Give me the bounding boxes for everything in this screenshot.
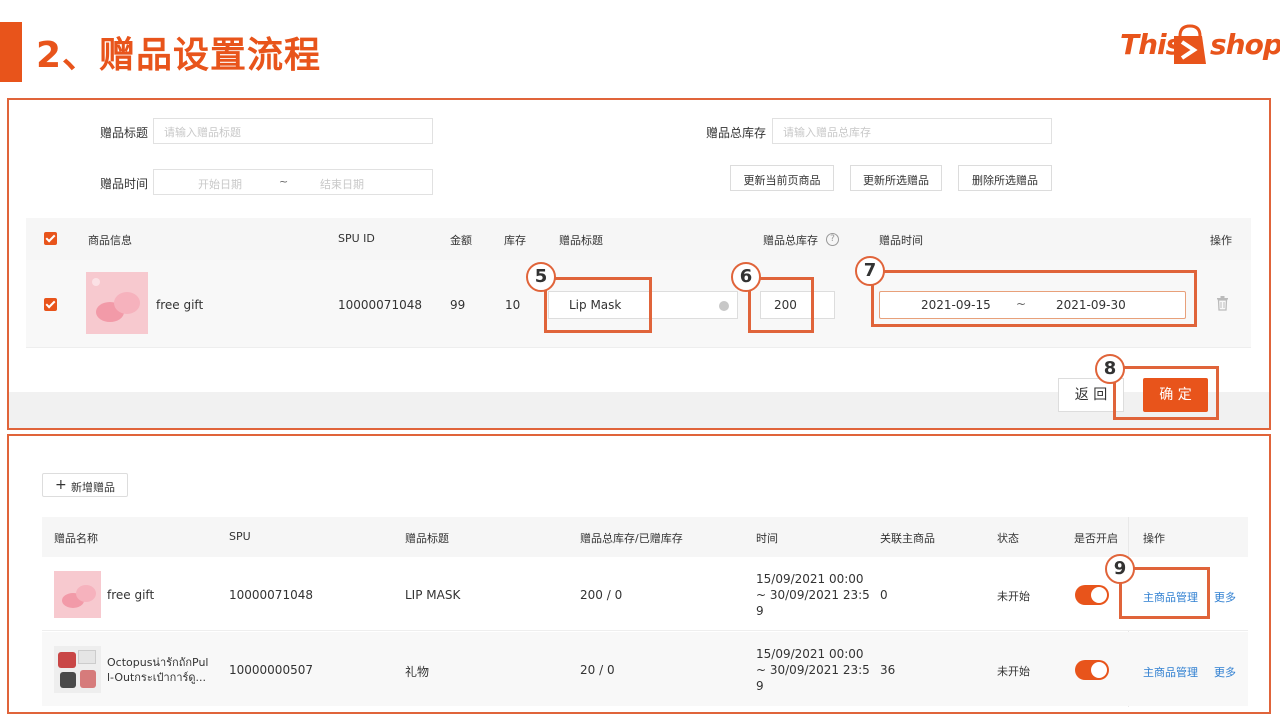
gift-stock: 200 / 0	[580, 588, 623, 602]
manage-products-link[interactable]: 主商品管理	[1143, 664, 1198, 680]
plus-icon: +	[55, 477, 67, 493]
gift-time-line-3: 9	[756, 679, 764, 693]
edit-table-header	[26, 218, 1251, 260]
slide-title: 2、赠品设置流程	[36, 35, 322, 76]
col-gift-title-list: 赠品标题	[405, 532, 449, 545]
logo-text-right: shop	[1210, 28, 1280, 61]
col-gift-name: 赠品名称	[54, 532, 98, 545]
gift-status: 未开始	[997, 590, 1030, 603]
end-date-placeholder: 结束日期	[320, 178, 364, 191]
gift-linked-count: 0	[880, 588, 888, 602]
step-8-badge: 8	[1095, 354, 1125, 384]
col-gift-title: 赠品标题	[559, 234, 603, 247]
gift-stock-input[interactable]: 请输入赠品总库存	[772, 118, 1052, 144]
shopping-bag-icon	[1174, 24, 1206, 64]
col-action: 操作	[1210, 234, 1232, 247]
gift-time-range-input[interactable]: 开始日期 ~ 结束日期	[153, 169, 433, 195]
gift-time-label: 赠品时间	[100, 177, 149, 191]
help-icon[interactable]: ?	[826, 233, 839, 246]
step-5-badge: 5	[526, 262, 556, 292]
col-time: 时间	[756, 532, 778, 545]
gift-title: LIP MASK	[405, 588, 461, 602]
more-link[interactable]: 更多	[1214, 664, 1236, 680]
enabled-toggle[interactable]	[1075, 585, 1109, 605]
gift-title-label: 赠品标题	[100, 126, 149, 140]
table-row	[42, 632, 1248, 706]
product-name: free gift	[156, 298, 204, 312]
gift-name: Octopusน่ารักถักPul l-Outกระเป๋าการ์ดู..…	[107, 655, 209, 685]
row-checkbox[interactable]	[44, 298, 57, 311]
col-gift-stock: 赠品总库存	[763, 234, 818, 247]
trash-icon[interactable]	[1216, 296, 1229, 311]
gift-stock-label: 赠品总库存	[706, 126, 767, 140]
gift-title-input[interactable]: 请输入赠品标题	[153, 118, 433, 144]
gift-name-line-2: l-Outกระเป๋าการ์ดู...	[107, 671, 207, 684]
step-8-highlight	[1113, 366, 1219, 420]
col-amount: 金额	[450, 234, 472, 247]
col-inventory: 库存	[504, 234, 526, 247]
gift-time-line-3: 9	[756, 604, 764, 618]
gift-time-line-2: ~ 30/09/2021 23:5	[756, 663, 870, 677]
gift-name: free gift	[107, 588, 155, 602]
delete-selected-button[interactable]: 删除所选赠品	[958, 165, 1052, 191]
gift-thumbnail	[54, 646, 101, 693]
gift-title: 礼物	[405, 665, 430, 679]
select-all-checkbox[interactable]	[44, 232, 57, 245]
gift-thumbnail	[54, 571, 101, 618]
col-status: 状态	[997, 532, 1019, 545]
product-thumbnail	[86, 272, 148, 334]
gift-time-line-2: ~ 30/09/2021 23:5	[756, 588, 870, 602]
product-spu: 10000071048	[338, 298, 422, 312]
step-7-highlight	[871, 270, 1197, 327]
start-date-placeholder: 开始日期	[198, 178, 242, 191]
clear-icon[interactable]	[719, 301, 729, 311]
step-6-badge: 6	[731, 262, 761, 292]
col-enabled: 是否开启	[1074, 532, 1118, 545]
step-5-highlight	[544, 277, 652, 333]
product-amount: 99	[450, 298, 466, 312]
col-linked-products: 关联主商品	[880, 532, 935, 545]
update-selected-button[interactable]: 更新所选赠品	[850, 165, 942, 191]
step-7-badge: 7	[855, 256, 885, 286]
col-stock: 赠品总库存/已赠库存	[580, 532, 683, 545]
gift-spu: 10000000507	[229, 663, 313, 677]
add-gift-button[interactable]: + 新增赠品	[42, 473, 128, 497]
gift-time: 15/09/2021 00:00 ~ 30/09/2021 23:5 9	[756, 646, 870, 694]
gift-name-line-1: Octopusน่ารักถักPul	[107, 656, 209, 669]
product-inventory: 10	[505, 298, 521, 312]
range-separator: ~	[279, 175, 289, 188]
gift-stock: 20 / 0	[580, 663, 615, 677]
add-gift-label: 新增赠品	[71, 481, 115, 494]
gift-linked-count: 36	[880, 663, 896, 677]
gift-time-line-1: 15/09/2021 00:00	[756, 647, 864, 661]
gift-status: 未开始	[997, 665, 1030, 678]
col-spu-id: SPU ID	[338, 232, 375, 245]
thisshop-logo: This shop	[1120, 20, 1280, 70]
col-action-list: 操作	[1143, 532, 1165, 545]
col-gift-time: 赠品时间	[879, 234, 923, 247]
title-accent-bar	[0, 22, 22, 82]
gift-time: 15/09/2021 00:00 ~ 30/09/2021 23:5 9	[756, 571, 870, 619]
update-current-page-button[interactable]: 更新当前页商品	[730, 165, 834, 191]
step-9-badge: 9	[1105, 554, 1135, 584]
more-link[interactable]: 更多	[1214, 589, 1236, 605]
gift-spu: 10000071048	[229, 588, 313, 602]
gift-time-line-1: 15/09/2021 00:00	[756, 572, 864, 586]
enabled-toggle[interactable]	[1075, 660, 1109, 680]
col-spu: SPU	[229, 530, 251, 543]
table-row	[42, 557, 1248, 631]
col-product-info: 商品信息	[88, 234, 132, 247]
